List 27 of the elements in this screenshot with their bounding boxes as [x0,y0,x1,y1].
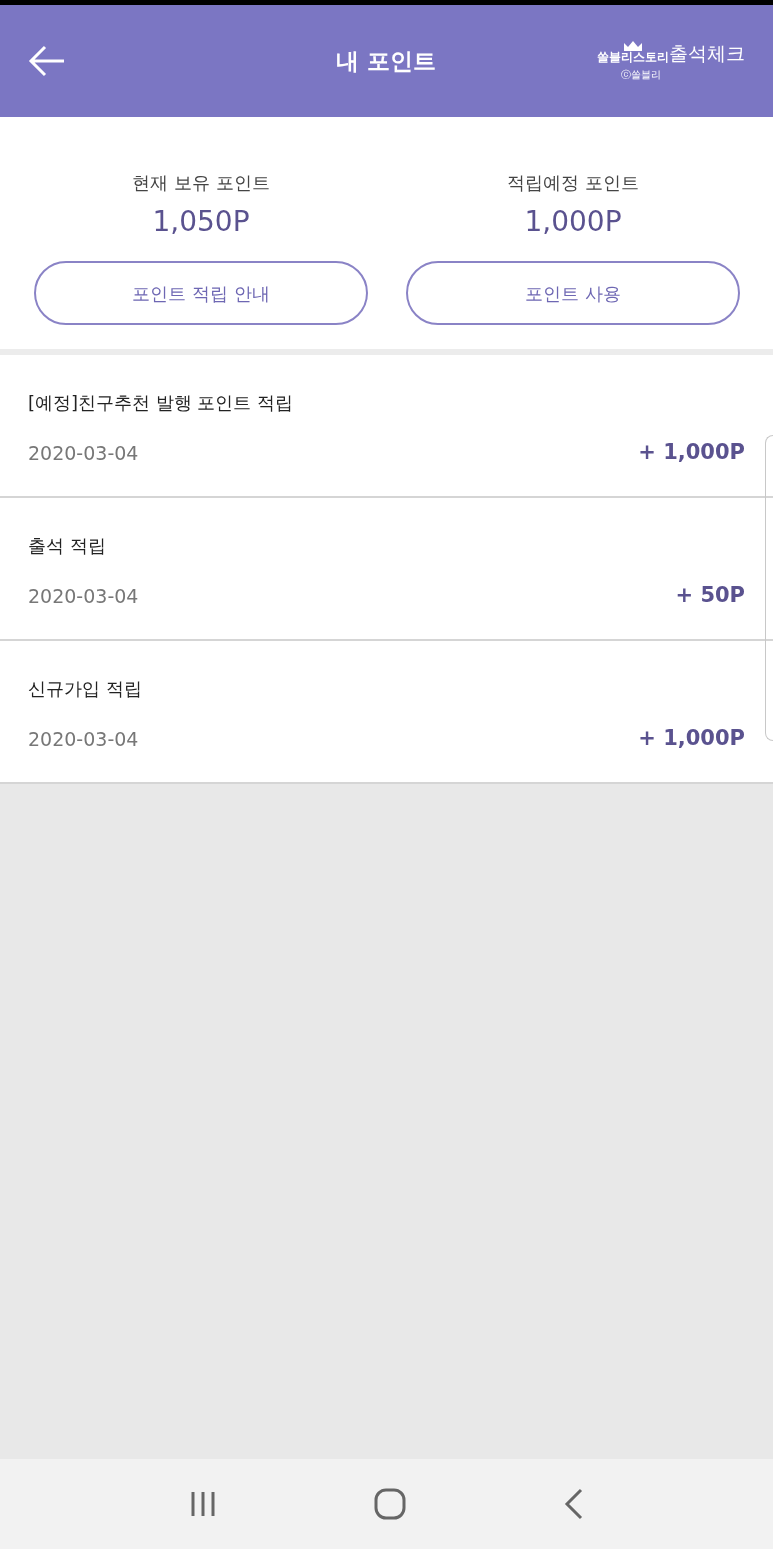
summary-label: 적립예정 포인트 [507,171,639,195]
outline-button[interactable]: 포인트 사용 [406,261,740,325]
history-row[interactable]: 출석 적립 2020-03-04 + 50P [0,498,773,641]
history-row[interactable]: 신규가입 적립 2020-03-04 + 1,000P [0,641,773,784]
points-amount: + 1,000P [638,725,745,752]
history-date: 2020-03-04 [28,726,139,752]
brand-text: 쏠블리스토리 [597,50,669,63]
crown-icon [624,40,642,51]
points-value: 1,050P [152,204,250,240]
logo-label: 출석체크 [669,43,745,63]
points-value: 1,000P [524,204,622,240]
summary-label: 현재 보유 포인트 [132,171,270,195]
home-icon[interactable] [374,1488,407,1520]
history-title: 신규가입 적립 [28,677,143,701]
outline-button[interactable]: 포인트 적립 안내 [34,261,368,325]
points-amount: + 50P [675,582,745,609]
history-title: 출석 적립 [28,534,107,558]
copyright-text: ⓒ쏠블리 [621,67,661,82]
history-title: [예정]친구추천 발행 포인트 적립 [28,391,295,415]
back-icon[interactable] [28,45,66,77]
history-row[interactable]: [예정]친구추천 발행 포인트 적립 2020-03-04 + 1,000P [0,355,773,498]
history-date: 2020-03-04 [28,440,139,466]
attendance-logo[interactable]: 쏠블리스토리출석체크 ⓒ쏠블리 [597,40,745,82]
page-title: 내 포인트 [336,46,437,76]
points-amount: + 1,000P [638,439,745,466]
back-icon[interactable] [564,1488,585,1520]
history-date: 2020-03-04 [28,583,139,609]
